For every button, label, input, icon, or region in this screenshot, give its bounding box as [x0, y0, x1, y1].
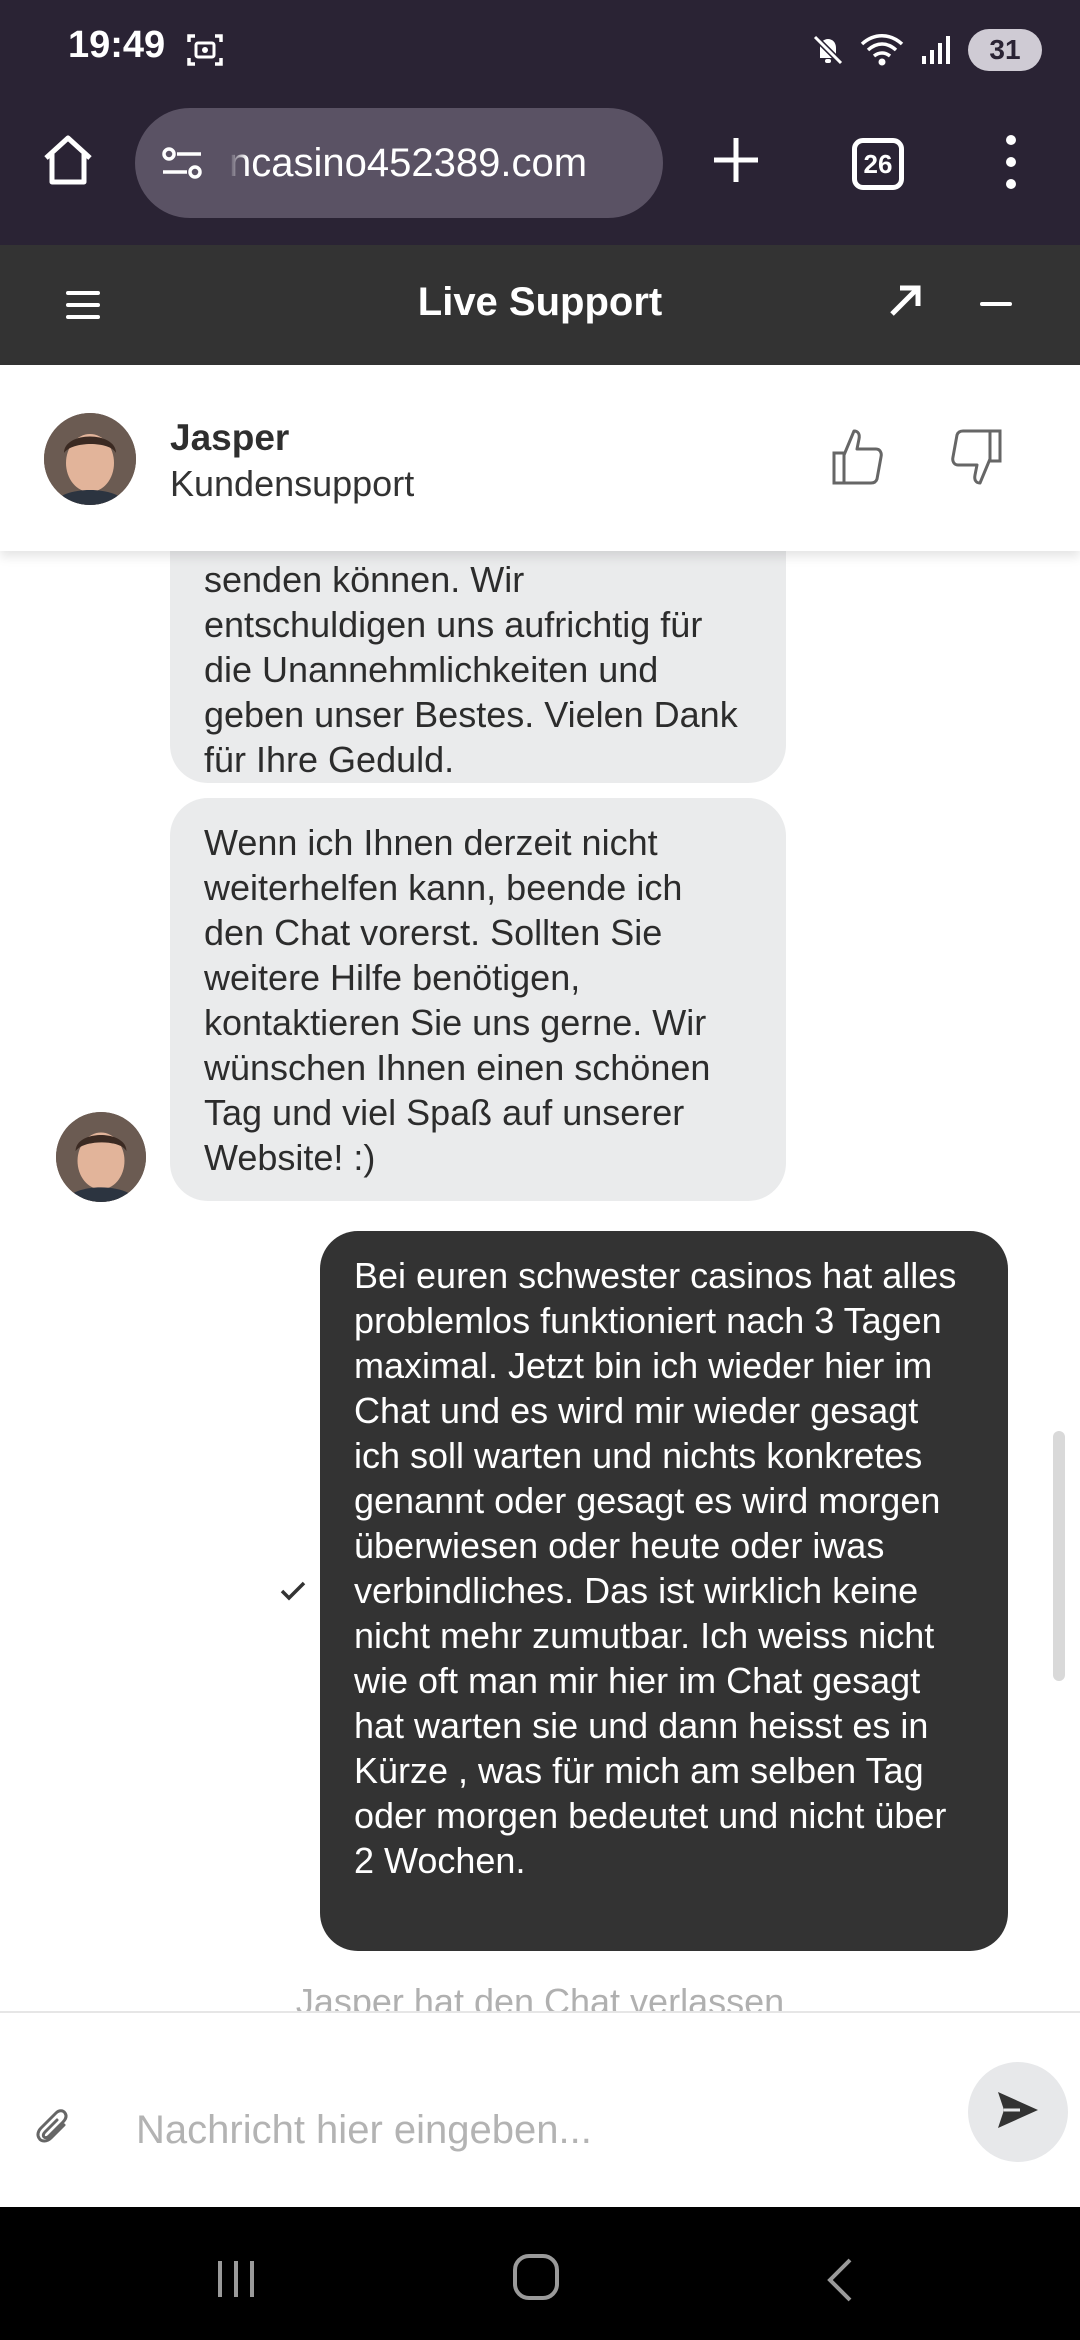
system-note: Jasper hat den Chat verlassen [295, 1981, 785, 2011]
tab-switcher-button[interactable]: 26 [852, 138, 904, 190]
agent-avatar [44, 413, 136, 505]
screenshot-icon [185, 30, 225, 70]
attach-icon[interactable] [34, 2107, 74, 2151]
agent-message: Wenn ich Ihnen derzeit nicht weiterhelfe… [170, 798, 786, 1201]
signal-icon [918, 32, 954, 68]
minimize-icon[interactable] [978, 296, 1014, 306]
recents-icon[interactable] [212, 2257, 260, 2301]
menu-icon[interactable] [62, 285, 106, 325]
status-time: 19:49 [68, 24, 166, 66]
home-icon[interactable] [38, 130, 98, 190]
message-input-bar [0, 2011, 1080, 2207]
mute-icon [810, 32, 846, 68]
agent-role: Kundensupport [170, 463, 415, 504]
sent-check-icon [278, 1579, 308, 1603]
message-list[interactable]: senden können. Wir entschuldigen uns auf… [0, 551, 1080, 2011]
battery-indicator: 31 [968, 29, 1042, 71]
send-icon [994, 2088, 1042, 2137]
agent-name: Jasper [170, 417, 290, 458]
agent-message: senden können. Wir entschuldigen uns auf… [170, 551, 786, 783]
new-tab-icon[interactable] [706, 130, 766, 190]
expand-icon[interactable] [886, 282, 924, 320]
thumbs-up-icon[interactable] [828, 425, 888, 489]
address-bar[interactable]: ncasino452389.com [135, 108, 663, 218]
scrollbar-thumb[interactable] [1053, 1431, 1065, 1681]
status-bar: 19:49 31 [0, 0, 1080, 100]
wifi-icon [860, 32, 904, 68]
home-circle-icon[interactable] [510, 2251, 562, 2303]
send-button[interactable] [968, 2062, 1068, 2162]
status-icons: 31 [810, 26, 1042, 74]
user-message: Bei euren schwester casinos hat alles pr… [320, 1231, 1008, 1951]
back-icon[interactable] [822, 2255, 858, 2305]
agent-info-bar: Jasper Kundensupport [0, 365, 1080, 551]
site-settings-icon[interactable] [157, 138, 207, 188]
browser-top: 19:49 31 ncasino452389.com 26 [0, 0, 1080, 245]
thumbs-down-icon[interactable] [946, 425, 1006, 489]
system-nav-bar [0, 2207, 1080, 2340]
agent-avatar [56, 1112, 146, 1202]
message-input[interactable] [136, 2095, 936, 2165]
more-icon[interactable] [996, 130, 1026, 194]
url-text: ncasino452389.com [229, 140, 588, 185]
browser-toolbar: ncasino452389.com 26 [0, 100, 1080, 230]
